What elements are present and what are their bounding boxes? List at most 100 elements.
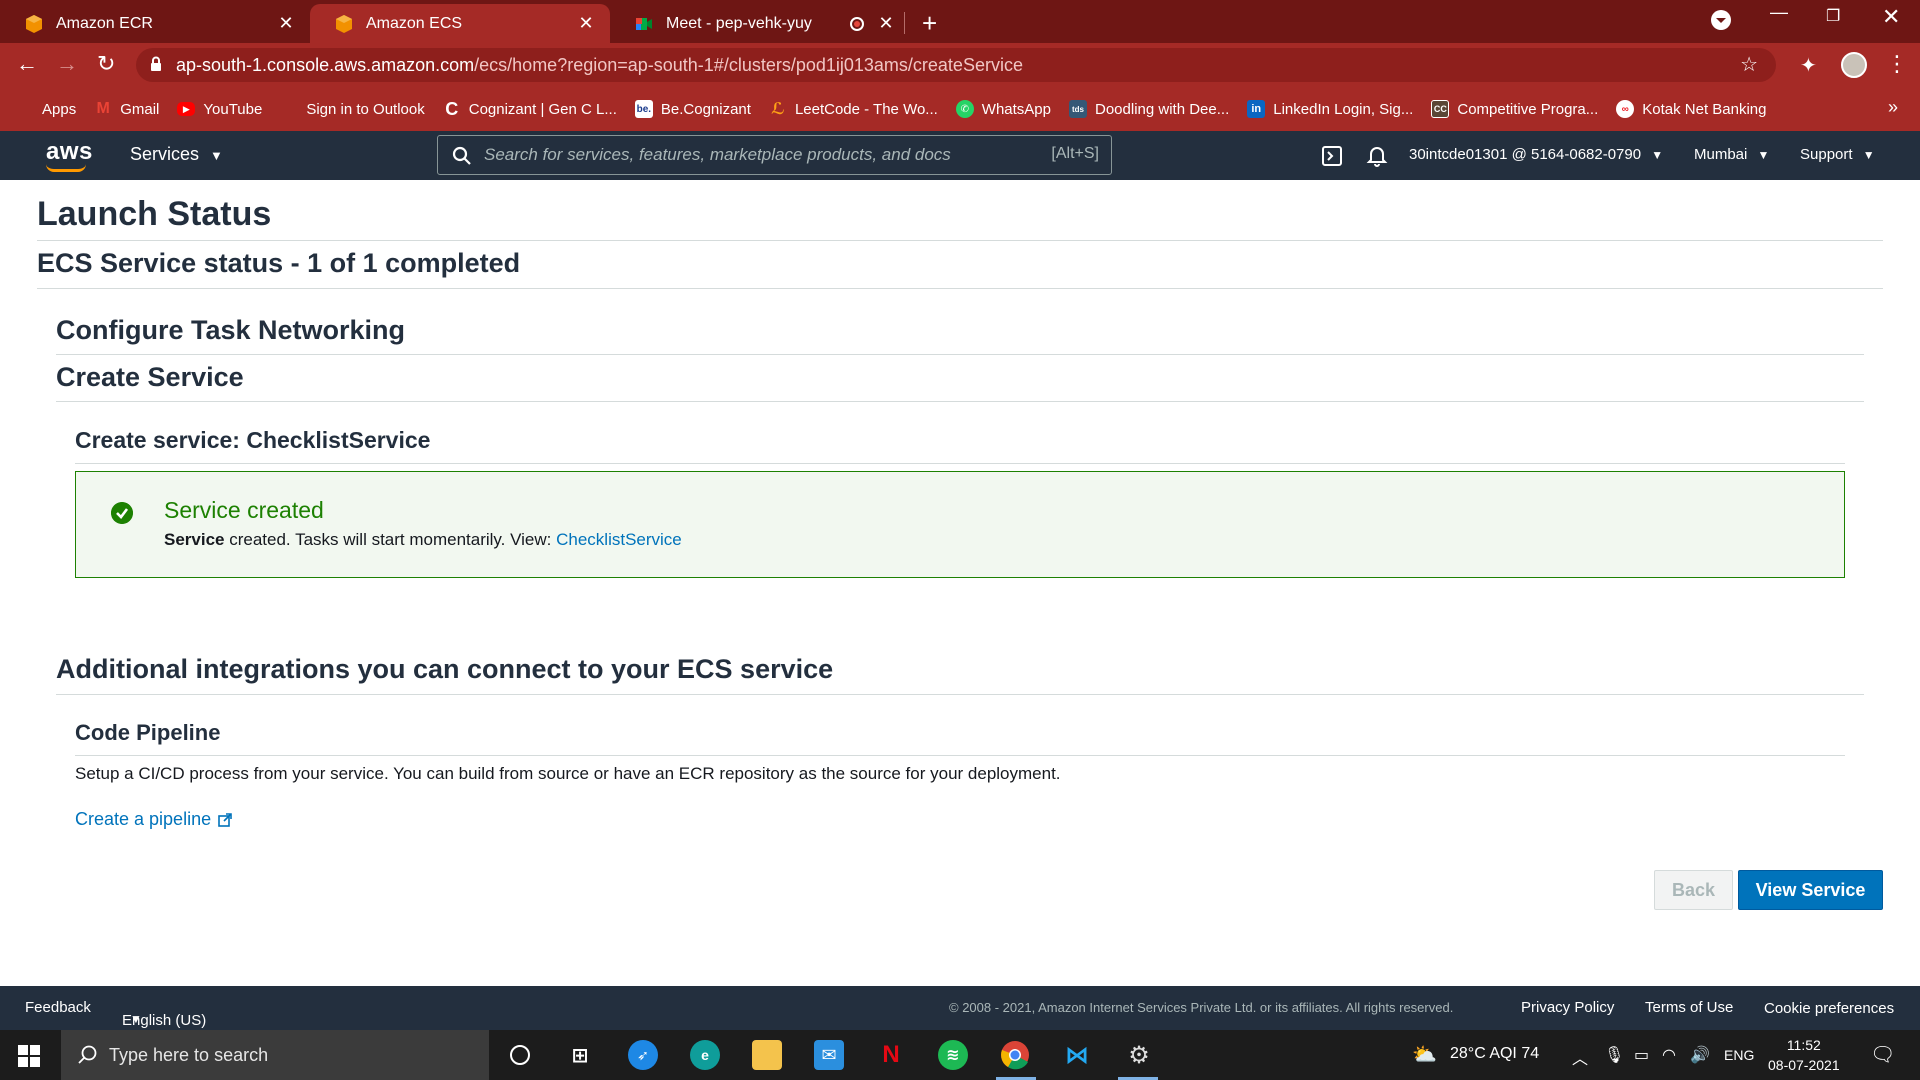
bookmarks-bar: Apps M Gmail ▶ YouTube Sign in to Outloo… [0, 87, 1920, 131]
divider [75, 755, 1845, 756]
code-pipeline-heading: Code Pipeline [75, 720, 221, 745]
new-tab-button[interactable]: + [922, 8, 937, 39]
region-menu[interactable]: Mumbai ▼ [1694, 146, 1769, 163]
tab-separator [904, 12, 905, 34]
google-meet-icon [636, 17, 652, 30]
bookmark-outlook[interactable]: Sign in to Outlook [280, 100, 424, 118]
menu-kebab-icon[interactable]: ⋮ [1886, 51, 1908, 77]
cortana-icon[interactable] [505, 1040, 535, 1070]
divider [37, 240, 1883, 241]
tds-icon: tds [1069, 100, 1087, 118]
vscode-icon[interactable]: ⋈ [1062, 1040, 1092, 1070]
success-message-bold: Service [164, 530, 225, 549]
edge-icon[interactable]: e [690, 1040, 720, 1070]
bookmark-linkedin[interactable]: in LinkedIn Login, Sig... [1247, 100, 1413, 118]
task-view-icon[interactable]: ⊞ [565, 1040, 595, 1070]
microphone-icon[interactable]: 🎙 [1604, 1045, 1624, 1065]
bookmark-label: Doodling with Dee... [1095, 100, 1230, 118]
caret-down-icon: ▼ [210, 148, 223, 163]
lock-icon [151, 56, 161, 71]
view-service-button[interactable]: View Service [1738, 870, 1883, 910]
feedback-link[interactable]: Feedback [25, 999, 91, 1016]
terms-of-use-link[interactable]: Terms of Use [1645, 999, 1733, 1016]
bell-icon[interactable] [1366, 144, 1388, 168]
tab-amazon-ecs[interactable]: Amazon ECS ✕ [310, 4, 610, 43]
minimize-icon[interactable]: — [1770, 2, 1788, 23]
cloudshell-icon[interactable] [1321, 145, 1343, 167]
services-menu-button[interactable]: Services ▼ [130, 144, 223, 165]
tab-search-icon[interactable] [1710, 9, 1732, 31]
settings-gear-icon[interactable]: ⚙ [1124, 1040, 1154, 1070]
battery-icon[interactable]: ▭ [1634, 1045, 1649, 1065]
reload-icon[interactable]: ↻ [97, 51, 115, 77]
spotify-icon[interactable]: ≋ [938, 1040, 968, 1070]
forward-arrow-icon[interactable]: → [56, 51, 78, 77]
create-pipeline-link[interactable]: Create a pipeline [75, 809, 233, 830]
bookmark-be-cognizant[interactable]: be. Be.Cognizant [634, 100, 751, 118]
chevron-up-icon[interactable]: ︿ [1572, 1045, 1588, 1069]
cookie-preferences-link[interactable]: Cookie preferences [1764, 1000, 1894, 1017]
profile-avatar[interactable] [1841, 52, 1867, 78]
file-explorer-icon[interactable] [752, 1040, 782, 1070]
bookmark-cognizant[interactable]: C Cognizant | Gen C L... [443, 99, 617, 119]
safari-compass-icon[interactable]: ➶ [628, 1040, 658, 1070]
checklist-service-link[interactable]: ChecklistService [556, 530, 682, 549]
tab-title: Meet - pep-vehk-yuy [666, 14, 812, 32]
weather-icon[interactable]: ⛅ [1412, 1042, 1437, 1067]
tab-amazon-ecr[interactable]: Amazon ECR ✕ [0, 4, 310, 43]
caret-down-icon: ▼ [1757, 148, 1770, 162]
caret-down-icon: ▼ [1862, 148, 1875, 162]
create-service-subheading: Create service: ChecklistService [75, 427, 431, 453]
bookmark-label: Kotak Net Banking [1642, 100, 1767, 118]
back-arrow-icon[interactable]: ← [16, 51, 38, 77]
bookmark-doodling[interactable]: tds Doodling with Dee... [1069, 100, 1229, 118]
recording-icon [850, 16, 864, 31]
extensions-puzzle-icon[interactable]: ✦ [1800, 53, 1817, 78]
netflix-icon[interactable]: N [876, 1040, 906, 1070]
close-icon[interactable]: ✕ [576, 13, 596, 34]
windows-start-icon[interactable] [18, 1045, 40, 1067]
tab-google-meet[interactable]: Meet - pep-vehk-yuy ✕ [610, 4, 910, 43]
code-pipeline-description: Setup a CI/CD process from your service.… [75, 764, 1061, 783]
taskbar-search-placeholder: Type here to search [109, 1044, 269, 1065]
privacy-policy-link[interactable]: Privacy Policy [1521, 999, 1614, 1016]
back-button[interactable]: Back [1654, 870, 1733, 910]
aws-console-nav: aws Services ▼ Search for services, feat… [0, 131, 1920, 180]
bookmark-kotak[interactable]: ∞ Kotak Net Banking [1616, 100, 1767, 118]
volume-icon[interactable]: 🔊 [1690, 1045, 1710, 1065]
support-menu[interactable]: Support ▼ [1800, 146, 1875, 163]
bookmark-leetcode[interactable]: ℒ LeetCode - The Wo... [769, 100, 938, 119]
divider [75, 463, 1845, 464]
account-menu[interactable]: 30intcde01301 @ 5164-0682-0790 ▼ [1409, 146, 1663, 163]
address-bar[interactable]: ap-south-1.console.aws.amazon.com/ecs/ho… [136, 48, 1776, 82]
mail-icon[interactable]: ✉ [814, 1040, 844, 1070]
search-shortcut: [Alt+S] [1051, 145, 1099, 162]
notifications-icon[interactable]: 🗨 [1870, 1042, 1895, 1067]
aws-logo[interactable]: aws [46, 138, 93, 166]
section-configure-networking: Configure Task Networking [56, 315, 406, 345]
bookmark-apps[interactable]: Apps [18, 101, 76, 118]
window-close-icon[interactable]: ✕ [1882, 4, 1900, 30]
gmail-icon: M [96, 100, 110, 117]
bookmark-whatsapp[interactable]: ✆ WhatsApp [955, 100, 1051, 118]
section-create-service: Create Service [56, 362, 244, 392]
chrome-icon[interactable] [1000, 1040, 1030, 1070]
close-icon[interactable]: ✕ [276, 13, 296, 34]
system-clock[interactable]: 11:52 08-07-2021 [1768, 1035, 1840, 1075]
input-language[interactable]: ENG [1724, 1047, 1754, 1063]
aws-search-input[interactable]: Search for services, features, marketpla… [437, 135, 1112, 175]
bookmark-star-icon[interactable]: ☆ [1740, 52, 1758, 77]
wifi-icon[interactable]: ◠ [1662, 1045, 1676, 1065]
weather-text[interactable]: 28°C AQI 74 [1450, 1045, 1539, 1063]
external-link-icon [218, 812, 232, 827]
divider [37, 288, 1883, 289]
bookmarks-overflow-icon[interactable]: » [1888, 97, 1898, 118]
whatsapp-icon: ✆ [955, 100, 974, 118]
close-icon[interactable]: ✕ [876, 13, 896, 34]
taskbar-search-input[interactable]: Type here to search [61, 1030, 489, 1080]
kotak-icon: ∞ [1616, 100, 1635, 118]
bookmark-competitive[interactable]: CC Competitive Progra... [1431, 100, 1598, 118]
restore-icon[interactable]: ❐ [1826, 6, 1840, 26]
bookmark-youtube[interactable]: ▶ YouTube [177, 101, 262, 118]
bookmark-gmail[interactable]: M Gmail [94, 100, 160, 118]
